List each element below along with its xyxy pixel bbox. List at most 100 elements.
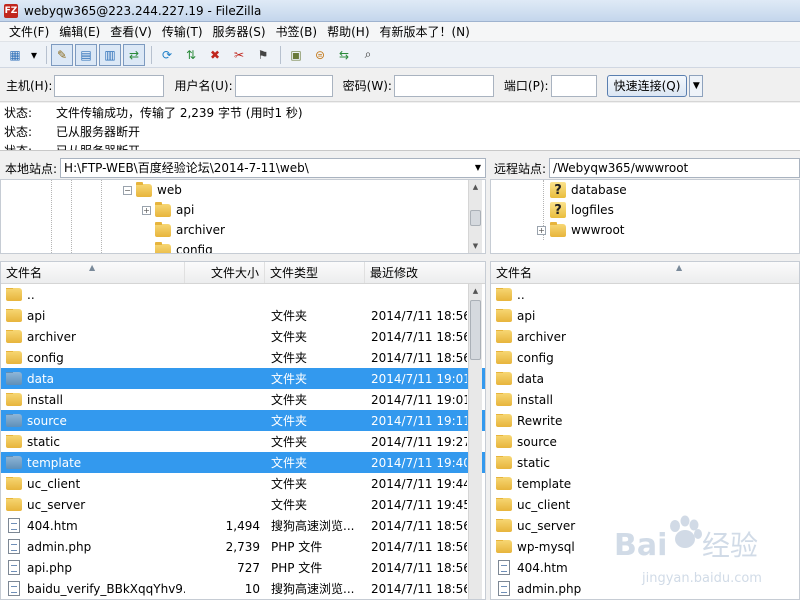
table-row[interactable]: install 文件夹 2014/7/11 19:01: — [1, 389, 485, 410]
file-name-cell: admin.php — [1, 539, 185, 554]
table-row[interactable]: static — [491, 452, 799, 473]
host-input[interactable] — [54, 74, 165, 97]
menu-file[interactable]: 文件(F) — [4, 23, 54, 41]
table-row[interactable]: Rewrite — [491, 410, 799, 431]
compare-icon[interactable]: ⊜ — [309, 44, 331, 66]
scroll-down-icon[interactable]: ▼ — [469, 239, 482, 253]
menu-transfer[interactable]: 传输(T) — [157, 23, 208, 41]
tree-guide-line — [71, 180, 72, 253]
tree-node-config[interactable]: config — [155, 240, 213, 253]
tree-node-logfiles[interactable]: ? logfiles — [550, 200, 614, 220]
reconnect-icon[interactable]: ⚑ — [252, 44, 274, 66]
local-path-value: H:\FTP-WEB\百度经验论坛\2014-7-11\web\ — [64, 161, 309, 175]
local-list-scrollbar[interactable]: ▲ — [468, 284, 482, 599]
password-label: 密码(W): — [342, 79, 392, 93]
tree-node-web[interactable]: − web — [123, 180, 182, 200]
port-input[interactable] — [550, 74, 597, 97]
toolbar-separator — [46, 45, 47, 64]
table-row[interactable]: source — [491, 431, 799, 452]
scroll-up-icon[interactable]: ▲ — [469, 284, 482, 298]
table-row[interactable]: config — [491, 347, 799, 368]
table-row[interactable]: archiver — [491, 326, 799, 347]
table-row[interactable]: wp-mysql — [491, 536, 799, 557]
table-row[interactable]: template 文件夹 2014/7/11 19:40: — [1, 452, 485, 473]
search-icon[interactable]: ⌕ — [357, 44, 379, 66]
table-row[interactable]: config 文件夹 2014/7/11 18:56: — [1, 347, 485, 368]
chevron-down-icon[interactable]: ▼ — [475, 159, 485, 177]
local-tree-scrollbar[interactable]: ▲ ▼ — [468, 180, 482, 253]
disconnect-icon[interactable]: ✂ — [228, 44, 250, 66]
toggle-queue-icon[interactable]: ⇄ — [123, 43, 145, 66]
table-row[interactable]: source 文件夹 2014/7/11 19:11: — [1, 410, 485, 431]
toggle-local-tree-icon[interactable]: ▤ — [75, 43, 97, 66]
file-name-cell: 404.htm — [1, 518, 185, 533]
menu-help[interactable]: 帮助(H) — [322, 23, 374, 41]
tree-node-archiver[interactable]: archiver — [155, 220, 225, 240]
remote-path-combobox[interactable]: /Webyqw365/wwwroot — [549, 158, 800, 178]
table-row[interactable]: template — [491, 473, 799, 494]
cancel-icon[interactable]: ✖ — [204, 44, 226, 66]
table-row[interactable]: .. — [491, 284, 799, 305]
menu-view[interactable]: 查看(V) — [105, 23, 157, 41]
file-name: config — [517, 350, 554, 365]
file-name: admin.php — [27, 539, 92, 554]
table-row[interactable]: 404.htm 1,494 搜狗高速浏览... 2014/7/11 18:56: — [1, 515, 485, 536]
table-row[interactable]: baidu_verify_BBkXqqYhv9... 10 搜狗高速浏览... 201… — [1, 578, 485, 599]
expand-icon[interactable]: + — [537, 225, 546, 235]
table-row[interactable]: api.php 727 PHP 文件 2014/7/11 18:56: — [1, 557, 485, 578]
table-row[interactable]: admin.php — [491, 578, 799, 599]
scrollbar-thumb[interactable] — [470, 210, 481, 226]
toggle-log-icon[interactable]: ✎ — [51, 43, 73, 66]
table-row[interactable]: uc_client — [491, 494, 799, 515]
process-queue-icon[interactable]: ⇅ — [180, 44, 202, 66]
sync-browse-icon[interactable]: ⇆ — [333, 44, 355, 66]
log-message: 已从服务器断开 — [56, 144, 141, 151]
menu-edit[interactable]: 编辑(E) — [54, 23, 105, 41]
table-row[interactable]: uc_server 文件夹 2014/7/11 19:45: — [1, 494, 485, 515]
table-row[interactable]: data — [491, 368, 799, 389]
table-row[interactable]: data 文件夹 2014/7/11 19:01: — [1, 368, 485, 389]
scrollbar-thumb[interactable] — [470, 300, 481, 360]
column-header-filename[interactable]: ▲ 文件名 — [1, 262, 185, 283]
menu-new-version[interactable]: 有新版本了！(N) — [375, 23, 475, 41]
scroll-up-icon[interactable]: ▲ — [469, 180, 482, 194]
table-row[interactable]: api 文件夹 2014/7/11 18:56: — [1, 305, 485, 326]
tree-node-wwwroot[interactable]: + wwwroot — [537, 220, 625, 240]
tree-node-api[interactable]: + api — [142, 200, 194, 220]
table-row[interactable]: api — [491, 305, 799, 326]
toggle-remote-tree-icon[interactable]: ▥ — [99, 43, 121, 66]
refresh-icon[interactable]: ⟳ — [156, 44, 178, 66]
table-row[interactable]: admin.php 2,739 PHP 文件 2014/7/11 18:56: — [1, 536, 485, 557]
menu-server[interactable]: 服务器(S) — [208, 23, 271, 41]
site-manager-icon[interactable]: ▦ — [4, 44, 26, 66]
table-row[interactable]: 404.htm — [491, 557, 799, 578]
collapse-icon[interactable]: − — [123, 185, 132, 195]
table-row[interactable]: static 文件夹 2014/7/11 19:27: — [1, 431, 485, 452]
filter-icon[interactable]: ▣ — [285, 44, 307, 66]
table-row[interactable]: archiver 文件夹 2014/7/11 18:56: — [1, 326, 485, 347]
file-name-cell: install — [1, 392, 185, 407]
folder-icon — [6, 350, 22, 364]
tree-node-database[interactable]: ? database — [550, 180, 627, 200]
file-modified: 2014/7/11 18:56: — [371, 560, 467, 575]
column-header-filesize[interactable]: 文件大小 — [185, 262, 265, 283]
table-row[interactable]: install — [491, 389, 799, 410]
expand-icon[interactable]: + — [142, 205, 151, 215]
password-input[interactable] — [393, 74, 494, 97]
file-type: 文件夹 — [271, 372, 308, 386]
quickconnect-dropdown-icon[interactable]: ▼ — [689, 74, 704, 97]
column-header-filetype[interactable]: 文件类型 — [265, 262, 365, 283]
folder-icon — [6, 308, 22, 322]
local-path-combobox[interactable]: H:\FTP-WEB\百度经验论坛\2014-7-11\web\ ▼ — [60, 158, 486, 178]
table-row[interactable]: .. — [1, 284, 485, 305]
menu-bookmarks[interactable]: 书签(B) — [271, 23, 323, 41]
username-input[interactable] — [234, 74, 333, 97]
table-row[interactable]: uc_client 文件夹 2014/7/11 19:44: — [1, 473, 485, 494]
column-header-modified[interactable]: 最近修改 — [365, 262, 485, 283]
quickconnect-button[interactable]: 快速连接(Q) — [606, 74, 688, 97]
column-header-filename[interactable]: ▲ 文件名 — [491, 262, 799, 283]
table-row[interactable]: uc_server — [491, 515, 799, 536]
file-name-cell: api.php — [1, 560, 185, 575]
file-icon — [8, 518, 20, 533]
dropdown-arrow-icon[interactable]: ▾ — [28, 44, 40, 66]
